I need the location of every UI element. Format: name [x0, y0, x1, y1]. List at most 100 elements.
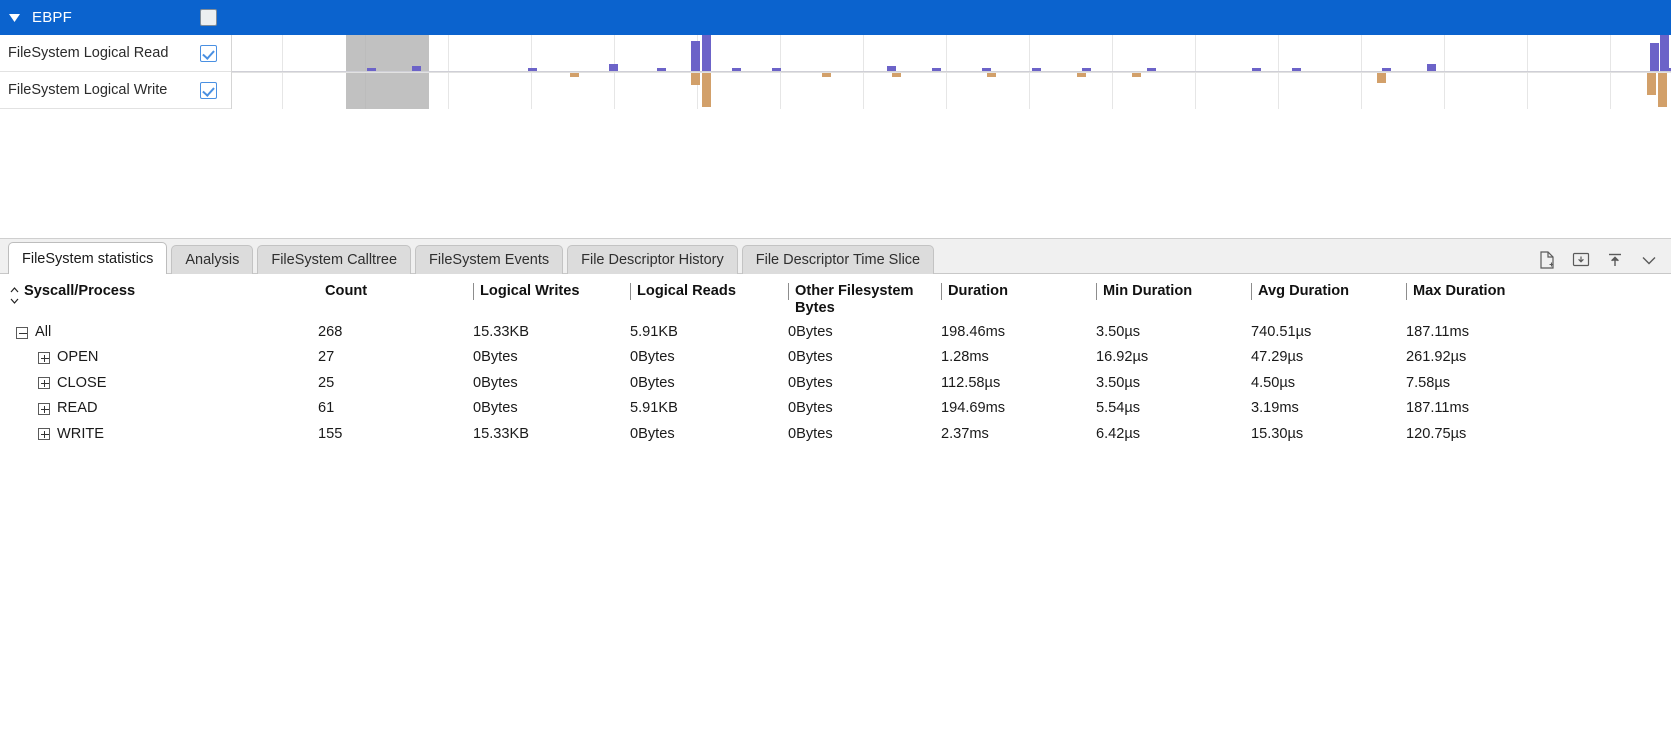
- timeline-bar: [1077, 73, 1086, 77]
- timeline-bar: [982, 68, 991, 71]
- timeline-bar: [1427, 64, 1436, 71]
- timeline-bar: [702, 35, 711, 71]
- cell-name: All: [16, 320, 51, 345]
- table-body: All 268 15.33KB 5.91KB 0Bytes 198.46ms 3.50µs 7…: [0, 320, 1671, 447]
- timeline-bar: [528, 68, 537, 71]
- column-divider[interactable]: [630, 283, 631, 300]
- table-row[interactable]: OPEN 27 0Bytes 0Bytes 0Bytes 1.28ms 16.92µs 47.…: [0, 345, 1671, 370]
- column-divider[interactable]: [941, 283, 942, 300]
- cell-count: 25: [318, 374, 335, 391]
- column-header-label: Duration: [948, 283, 1008, 299]
- timeline-bar: [1377, 73, 1386, 83]
- expand-icon[interactable]: [38, 377, 50, 390]
- cell-count: 27: [318, 349, 335, 366]
- cell-maxduration: 7.58µs: [1406, 374, 1451, 391]
- column-header-duration[interactable]: Duration: [941, 274, 1008, 320]
- tab-analysis[interactable]: Analysis: [171, 245, 254, 274]
- timeline-bar: [1382, 68, 1391, 71]
- cell-count: 155: [318, 425, 343, 442]
- column-divider[interactable]: [1096, 283, 1097, 300]
- timeline-bar: [1252, 68, 1261, 71]
- timeline-bar: [1132, 73, 1141, 77]
- cell-lwrites: 0Bytes: [473, 400, 518, 417]
- export-to-file-icon[interactable]: [1537, 250, 1557, 270]
- row-name-label: WRITE: [57, 425, 105, 442]
- timeline-panel: EBPF FileSystem Logical Read FileSystem …: [0, 0, 1671, 110]
- timeline-bar: [732, 68, 741, 71]
- column-header-label: Syscall/Process: [24, 283, 136, 299]
- column-divider[interactable]: [1251, 283, 1252, 300]
- collapse-icon[interactable]: [16, 326, 28, 339]
- column-header-otherbytes[interactable]: Other Filesystem Bytes: [788, 274, 913, 320]
- timeline-bar: [892, 73, 901, 77]
- timeline-row-checkbox-read[interactable]: [200, 44, 217, 62]
- tab-filesystem-events[interactable]: FileSystem Events: [415, 245, 564, 274]
- chevron-down-icon[interactable]: [1639, 250, 1659, 270]
- column-header-maxduration[interactable]: Max Duration: [1406, 274, 1505, 320]
- column-header-avgduration[interactable]: Avg Duration: [1251, 274, 1349, 320]
- expand-icon[interactable]: [38, 402, 50, 415]
- tab-label: FileSystem Events: [429, 252, 550, 268]
- table-row[interactable]: All 268 15.33KB 5.91KB 0Bytes 198.46ms 3.50µs 7…: [0, 320, 1671, 345]
- timeline-bar: [609, 64, 618, 71]
- timeline-row-label: FileSystem Logical Read: [8, 45, 169, 61]
- ebpf-filesystem-statistics-window: EBPF FileSystem Logical Read FileSystem …: [0, 0, 1671, 738]
- cell-lreads: 0Bytes: [630, 425, 675, 442]
- cell-avgduration: 47.29µs: [1251, 349, 1304, 366]
- caret-down-icon[interactable]: [0, 0, 28, 35]
- tab-filesystem-statistics[interactable]: FileSystem statistics: [8, 242, 168, 275]
- tab-list: FileSystem statistics Analysis FileSystem …: [0, 238, 938, 275]
- row-name-label: OPEN: [57, 349, 99, 366]
- export-to-screenshot-icon[interactable]: [1571, 250, 1591, 270]
- cell-maxduration: 187.11ms: [1406, 400, 1470, 417]
- cell-lwrites: 0Bytes: [473, 349, 518, 366]
- cell-minduration: 5.54µs: [1096, 400, 1141, 417]
- timeline-bar: [1147, 68, 1156, 71]
- timeline-plot-area[interactable]: [232, 35, 1671, 109]
- timeline-bar: [987, 73, 996, 77]
- cell-minduration: 3.50µs: [1096, 374, 1141, 391]
- cell-count: 268: [318, 324, 343, 340]
- column-header-minduration[interactable]: Min Duration: [1096, 274, 1192, 320]
- timeline-group-header-ebpf[interactable]: EBPF: [0, 0, 1671, 35]
- expand-icon[interactable]: [38, 428, 50, 441]
- table-row[interactable]: READ 61 0Bytes 5.91KB 0Bytes 194.69ms 5.54µs 3.…: [0, 396, 1671, 421]
- cell-maxduration: 261.92µs: [1406, 349, 1467, 366]
- cell-duration: 112.58µs: [941, 374, 1001, 391]
- column-header-label: Count: [325, 283, 368, 299]
- timeline-group-checkbox[interactable]: [200, 9, 217, 26]
- column-header-lreads[interactable]: Logical Reads: [630, 274, 736, 320]
- cell-lwrites: 0Bytes: [473, 374, 518, 391]
- table-row[interactable]: CLOSE 25 0Bytes 0Bytes 0Bytes 112.58µs 3.50µs 4…: [0, 371, 1671, 396]
- column-divider[interactable]: [1406, 283, 1407, 300]
- cell-name: CLOSE: [38, 371, 106, 396]
- table-row[interactable]: WRITE 155 15.33KB 0Bytes 0Bytes 2.37ms 6.42µs 1…: [0, 422, 1671, 447]
- tab-filesystem-calltree[interactable]: FileSystem Calltree: [257, 245, 412, 274]
- cell-lreads: 5.91KB: [630, 400, 678, 417]
- column-divider[interactable]: [788, 283, 789, 300]
- cell-duration: 1.28ms: [941, 349, 989, 366]
- timeline-bar: [772, 68, 781, 71]
- cell-otherbytes: 0Bytes: [788, 425, 833, 442]
- collapse-panel-icon[interactable]: [1605, 250, 1625, 270]
- timeline-bar: [1082, 68, 1091, 71]
- timeline-bar: [367, 68, 376, 71]
- timeline-row-checkbox-write[interactable]: [200, 81, 217, 99]
- cell-duration: 194.69ms: [941, 400, 1006, 417]
- cell-maxduration: 187.11ms: [1406, 324, 1470, 340]
- tab-file-descriptor-time-slice[interactable]: File Descriptor Time Slice: [741, 245, 935, 274]
- column-header-name[interactable]: Syscall/Process: [10, 274, 136, 320]
- column-divider[interactable]: [473, 283, 474, 300]
- expand-icon[interactable]: [38, 352, 50, 365]
- timeline-bar: [1660, 35, 1669, 71]
- cell-avgduration: 3.19ms: [1251, 400, 1299, 417]
- row-name-label: All: [35, 324, 52, 340]
- tab-label: FileSystem statistics: [22, 250, 154, 267]
- bottom-panel-tabstrip: FileSystem statistics Analysis FileSystem …: [0, 238, 1671, 275]
- column-header-count[interactable]: Count: [318, 274, 367, 320]
- row-name-label: CLOSE: [57, 374, 107, 391]
- timeline-bar: [1032, 68, 1041, 71]
- column-header-lwrites[interactable]: Logical Writes: [473, 274, 579, 320]
- sort-arrows-icon[interactable]: [10, 286, 20, 306]
- tab-file-descriptor-history[interactable]: File Descriptor History: [567, 245, 738, 274]
